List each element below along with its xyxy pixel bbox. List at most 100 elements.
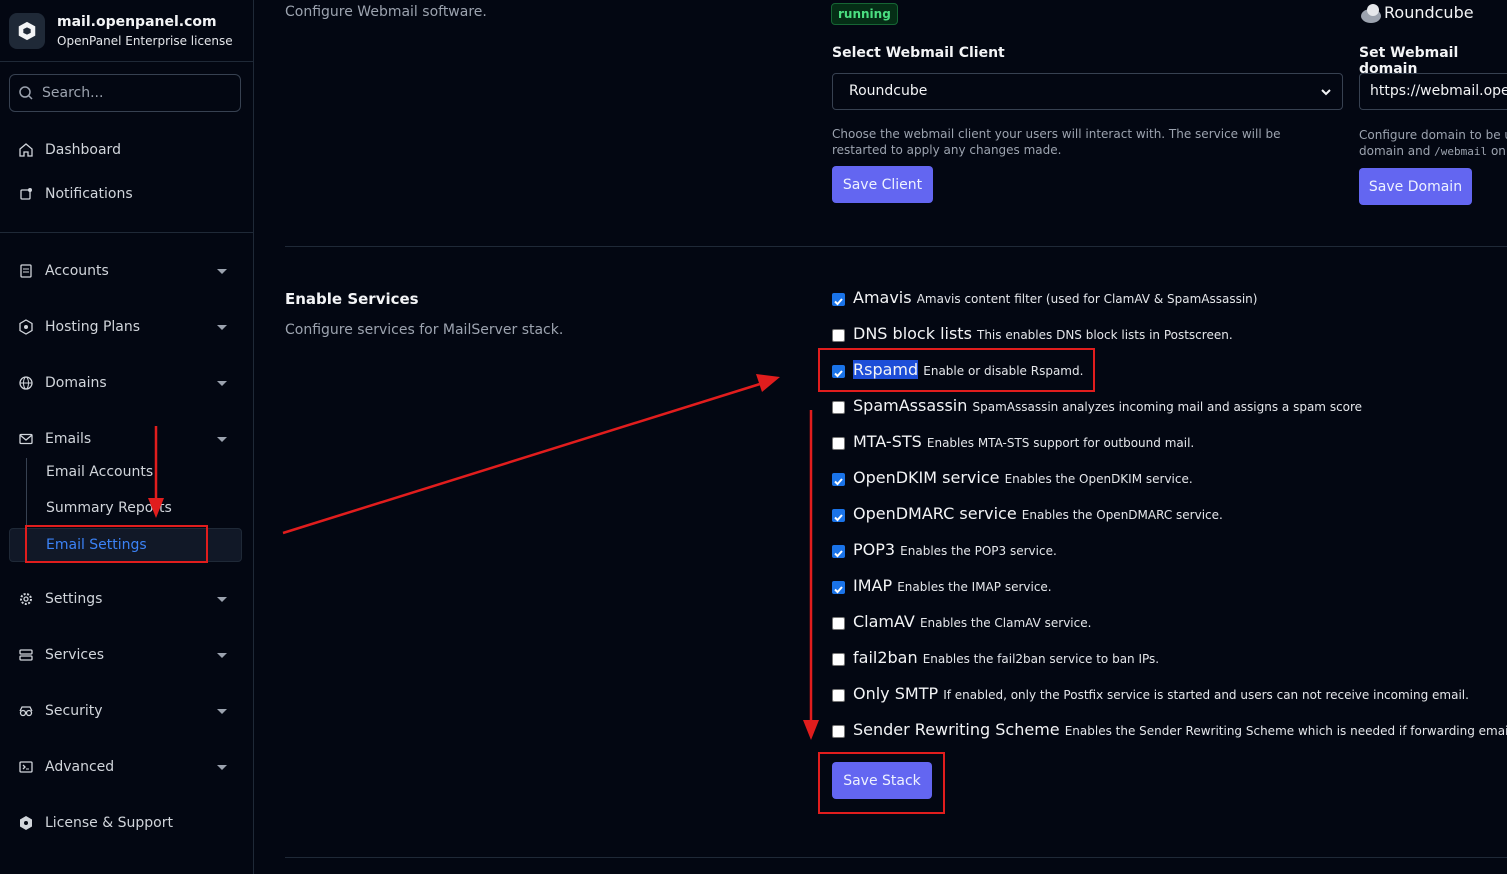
service-description: SpamAssassin analyzes incoming mail and … <box>972 400 1363 414</box>
input-value: https://webmail.openpanel.com <box>1370 83 1507 99</box>
sidebar-item-label: Dashboard <box>45 142 121 158</box>
service-checkbox[interactable] <box>832 401 845 414</box>
sidebar-item-domains[interactable]: Domains <box>9 365 241 401</box>
service-checkbox[interactable] <box>832 617 845 630</box>
sidebar-item-license-support[interactable]: License & Support <box>9 805 241 841</box>
domain-help-text: on <box>1487 144 1506 158</box>
client-label: Select Webmail Client <box>832 45 1005 61</box>
sidebar-item-services[interactable]: Services <box>9 637 241 673</box>
service-name-text: SpamAssassin <box>853 396 968 415</box>
sidebar-item-notifications[interactable]: Notifications <box>9 176 241 212</box>
services-title: Enable Services <box>285 290 419 308</box>
globe-icon <box>19 376 33 390</box>
sidebar-item-label: License & Support <box>45 815 173 831</box>
domain-help-line1: Configure domain to be us <box>1359 128 1507 142</box>
client-help: Choose the webmail client your users wil… <box>832 127 1281 157</box>
webmail-description: Configure Webmail software. <box>285 4 487 20</box>
service-name: Only SMTP If enabled, only the Postfix s… <box>853 684 1469 703</box>
brand-title: mail.openpanel.com <box>57 14 217 30</box>
domain-help-code: /webmail <box>1434 145 1488 158</box>
chevron-down-icon <box>217 597 227 602</box>
sidebar-divider <box>0 232 253 233</box>
service-description: Enables the IMAP service. <box>897 580 1052 594</box>
service-name-text: DNS block lists <box>853 324 972 343</box>
service-checkbox[interactable] <box>832 293 845 306</box>
service-name: Amavis Amavis content filter (used for C… <box>853 288 1257 307</box>
sidebar-subitem-summary-reports[interactable]: Summary Reports <box>46 500 172 516</box>
service-name: fail2ban Enables the fail2ban service to… <box>853 648 1159 667</box>
service-description: Enables the ClamAV service. <box>919 616 1092 630</box>
service-name: DNS block lists This enables DNS block l… <box>853 324 1233 343</box>
service-checkbox[interactable] <box>832 473 845 486</box>
status-badge: running <box>831 3 898 25</box>
services-description: Configure services for MailServer stack. <box>285 322 564 338</box>
main-content: Configure Webmail software. running Roun… <box>254 0 1507 874</box>
service-description: Enables the Sender Rewriting Scheme whic… <box>1064 724 1507 738</box>
server-icon <box>19 649 33 661</box>
sidebar-item-label: Settings <box>45 591 103 607</box>
search-icon <box>19 86 33 100</box>
sidebar-item-label: Hosting Plans <box>45 319 141 335</box>
service-checkbox[interactable] <box>832 581 845 594</box>
service-name-text: OpenDMARC service <box>853 504 1017 523</box>
sidebar-item-label: Emails <box>45 431 92 447</box>
current-webmail-client: Roundcube <box>1384 3 1474 22</box>
service-description: Enables the OpenDKIM service. <box>1004 472 1193 486</box>
section-divider <box>285 857 1507 858</box>
search-input[interactable] <box>42 83 232 103</box>
service-name-text: Only SMTP <box>853 684 939 703</box>
service-name: OpenDMARC service Enables the OpenDMARC … <box>853 504 1223 523</box>
sidebar-item-security[interactable]: Security <box>9 693 241 729</box>
plans-icon <box>19 319 33 335</box>
service-name: MTA-STS Enables MTA-STS support for outb… <box>853 432 1194 451</box>
service-description: This enables DNS block lists in Postscre… <box>977 328 1233 342</box>
chevron-down-icon <box>1321 89 1331 96</box>
sidebar-item-settings[interactable]: Settings <box>9 581 241 617</box>
service-name: POP3 Enables the POP3 service. <box>853 540 1057 559</box>
save-domain-button[interactable]: Save Domain <box>1359 168 1472 205</box>
sidebar-item-dashboard[interactable]: Dashboard <box>9 132 241 168</box>
brand-header[interactable]: mail.openpanel.com OpenPanel Enterprise … <box>0 0 253 62</box>
webmail-domain-input[interactable]: https://webmail.openpanel.com <box>1359 73 1507 110</box>
sidebar-item-label: Domains <box>45 375 107 391</box>
chevron-down-icon <box>217 381 227 386</box>
service-checkbox[interactable] <box>832 689 845 702</box>
sidebar-item-advanced[interactable]: Advanced <box>9 749 241 785</box>
sidebar-item-accounts[interactable]: Accounts <box>9 253 241 289</box>
chevron-down-icon <box>217 653 227 658</box>
license-icon <box>20 816 32 830</box>
chevron-down-icon <box>217 709 227 714</box>
service-checkbox[interactable] <box>832 329 845 342</box>
chevron-down-icon <box>217 325 227 330</box>
home-icon <box>19 143 33 157</box>
sidebar-item-label: Security <box>45 703 103 719</box>
annotation-box-rspamd <box>818 348 1095 392</box>
chevron-down-icon <box>217 269 227 274</box>
service-checkbox[interactable] <box>832 509 845 522</box>
service-name-text: ClamAV <box>853 612 915 631</box>
webmail-client-select[interactable]: Roundcube <box>832 73 1343 110</box>
save-client-button[interactable]: Save Client <box>832 166 933 203</box>
service-checkbox[interactable] <box>832 725 845 738</box>
service-description: If enabled, only the Postfix service is … <box>943 688 1469 702</box>
sidebar-item-emails[interactable]: Emails <box>9 421 241 457</box>
service-name-text: POP3 <box>853 540 896 559</box>
sidebar-subitem-email-accounts[interactable]: Email Accounts <box>46 464 153 480</box>
service-name: IMAP Enables the IMAP service. <box>853 576 1052 595</box>
service-description: Enables the POP3 service. <box>900 544 1057 558</box>
service-name-text: fail2ban <box>853 648 918 667</box>
section-divider <box>285 246 1507 247</box>
service-checkbox[interactable] <box>832 545 845 558</box>
service-description: Enables the OpenDMARC service. <box>1021 508 1223 522</box>
gear-icon <box>20 593 32 605</box>
service-checkbox[interactable] <box>832 653 845 666</box>
select-value: Roundcube <box>849 83 928 99</box>
service-checkbox[interactable] <box>832 437 845 450</box>
search-box[interactable] <box>9 74 241 112</box>
sidebar-item-hosting-plans[interactable]: Hosting Plans <box>9 309 241 345</box>
annotation-box-email-settings <box>25 525 208 563</box>
domain-help-text: domain and <box>1359 144 1435 158</box>
mail-icon <box>19 433 33 445</box>
sidebar-item-label: Services <box>45 647 105 663</box>
security-icon <box>19 706 33 717</box>
